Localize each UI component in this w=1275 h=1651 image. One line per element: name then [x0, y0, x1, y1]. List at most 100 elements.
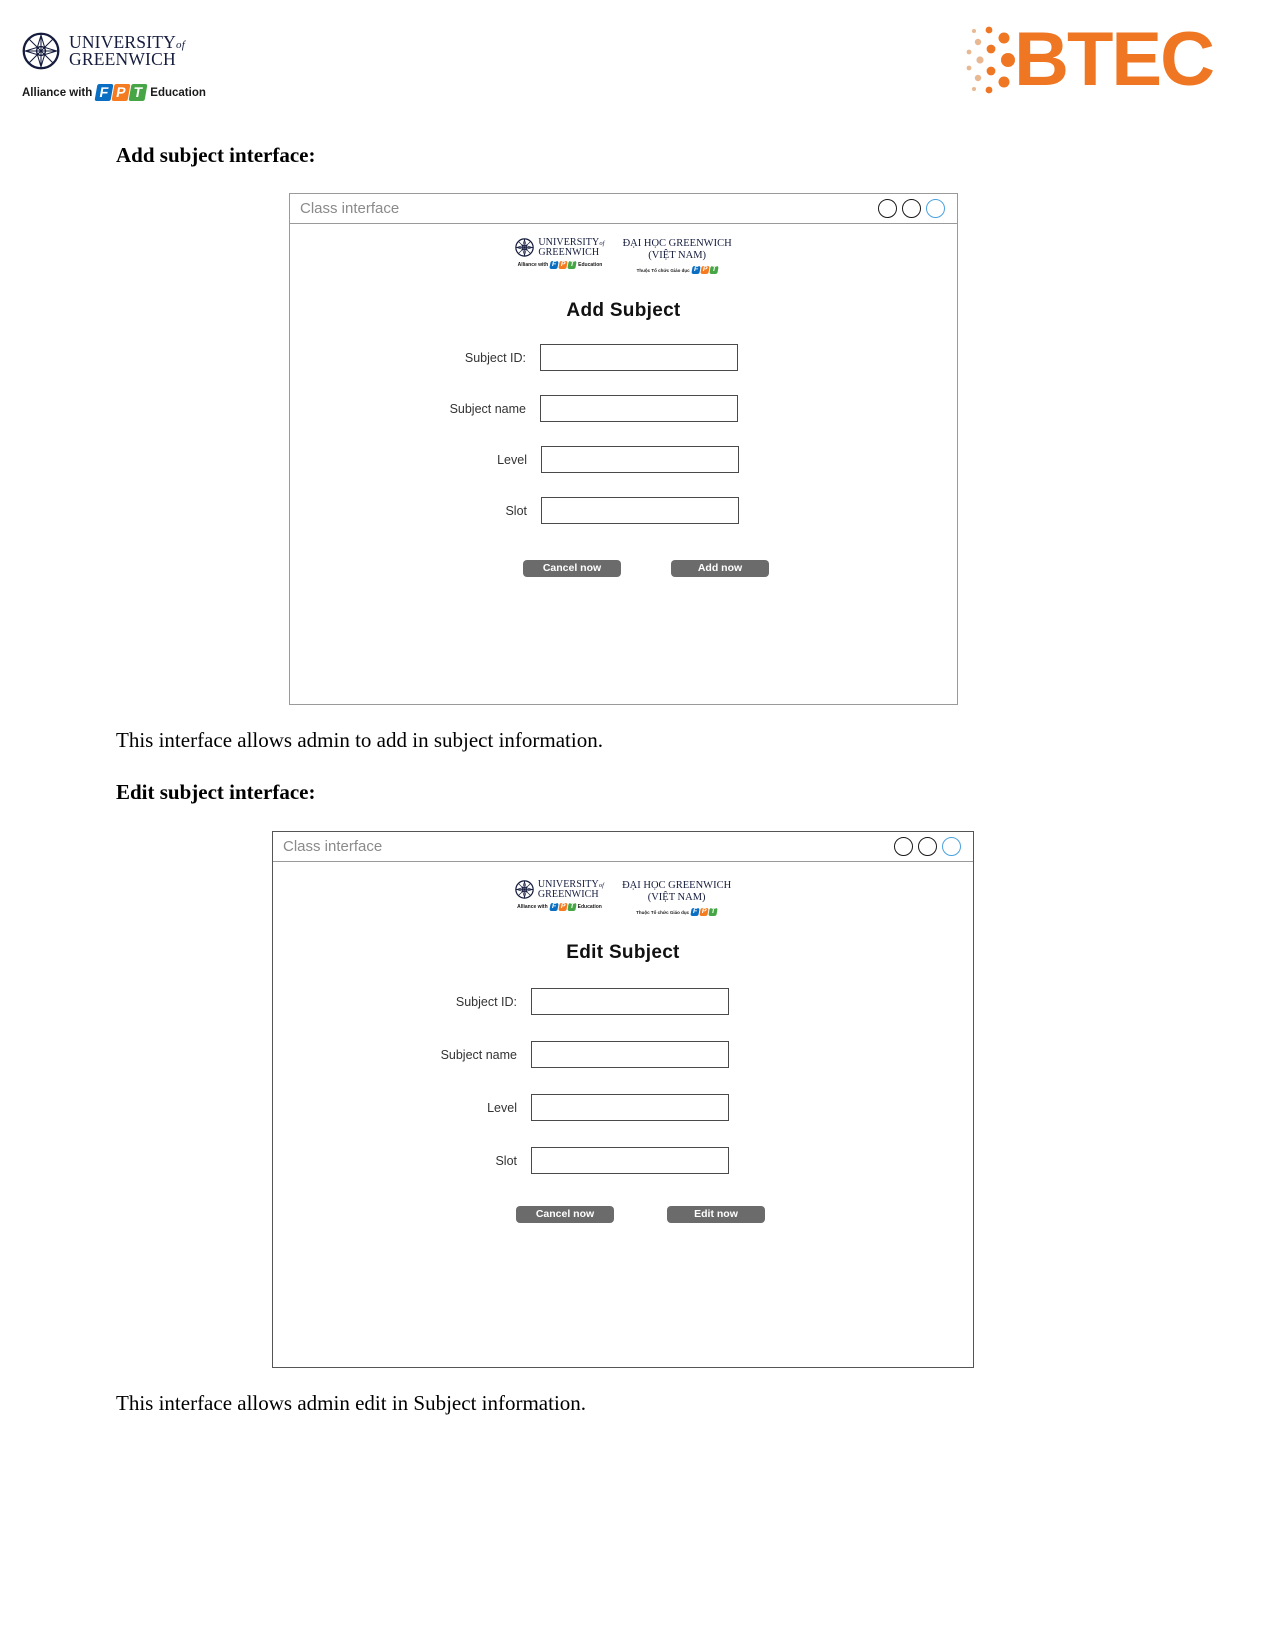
add-now-button[interactable]: Add now — [671, 560, 769, 577]
form-row: Subject name — [290, 395, 957, 422]
fpt-logo: FPT — [690, 908, 718, 916]
mockup-vn-sub-prefix: Thuộc Tổ chức Giáo dục — [636, 267, 690, 273]
page-header: UNIVERSITYof GREENWICH Alliance with FPT… — [0, 0, 1275, 130]
level-label: Level — [497, 452, 527, 467]
edit-now-button[interactable]: Edit now — [667, 1206, 765, 1223]
fpt-t: T — [566, 903, 577, 911]
subject-name-label: Subject name — [449, 401, 526, 416]
fpt-t: T — [567, 261, 577, 269]
slot-input[interactable] — [541, 497, 739, 524]
fpt-logo: FPT — [690, 266, 719, 274]
mockup-logo-row: UNIVERSITYof GREENWICH Alliance with FPT… — [290, 224, 957, 274]
btec-wordmark: BTEC — [1014, 17, 1215, 102]
mockup-alliance-prefix: Alliance with — [517, 262, 549, 268]
section-caption-add: This interface allows admin to add in su… — [116, 728, 603, 752]
form-row: Subject name — [273, 1041, 973, 1068]
mockup-vn-line2: (VIỆT NAM) — [648, 250, 707, 261]
section-heading-edit: Edit subject interface: — [116, 780, 316, 804]
subject-id-label: Subject ID: — [455, 994, 517, 1009]
mockup-vn-subline: Thuộc Tổ chức Giáo dục FPT — [623, 266, 732, 274]
fpt-t: T — [708, 908, 718, 916]
edit-subject-mockup-window: Class interface UNIVERSITYof GREENWICH A… — [272, 831, 974, 1368]
subject-id-input[interactable] — [540, 344, 738, 371]
add-subject-mockup-window: Class interface UNIVERSITYof GREENWICH A… — [289, 193, 958, 705]
cancel-now-button[interactable]: Cancel now — [516, 1206, 614, 1223]
window-title: Class interface — [283, 838, 383, 855]
alliance-prefix-text: Alliance with — [22, 86, 93, 99]
fpt-p: P — [699, 266, 710, 274]
form-row: Subject ID: — [273, 988, 973, 1015]
form-title: Edit Subject — [566, 942, 680, 963]
uog-of: of — [176, 39, 185, 52]
mockup-alliance-suffix: Education — [577, 904, 602, 910]
level-input[interactable] — [531, 1094, 729, 1121]
level-input[interactable] — [541, 446, 739, 473]
university-of-greenwich-logo: UNIVERSITYof GREENWICH Alliance with FPT… — [22, 32, 262, 101]
form-title: Add Subject — [566, 300, 681, 321]
mockup-uog-logo: UNIVERSITYof GREENWICH Alliance with FPT… — [515, 880, 604, 911]
btec-dots-icon — [964, 22, 1016, 98]
maximize-circle-icon[interactable] — [918, 837, 937, 856]
fpt-p: P — [557, 903, 568, 911]
fpt-t: T — [128, 84, 148, 101]
mockup-vn-subline: Thuộc Tổ chức Giáo dục FPT — [622, 908, 731, 916]
form-row: Level — [273, 1094, 973, 1121]
window-body: UNIVERSITYof GREENWICH Alliance with FPT… — [273, 862, 973, 1367]
section-caption-edit: This interface allows admin edit in Subj… — [116, 1391, 587, 1415]
form-row: Level — [290, 446, 957, 473]
mockup-alliance-prefix: Alliance with — [517, 904, 548, 910]
mockup-fpt-alliance: Alliance with FPT Education — [515, 261, 604, 269]
fpt-t: T — [708, 266, 719, 274]
minimize-circle-icon[interactable] — [894, 837, 913, 856]
subject-name-input[interactable] — [540, 395, 738, 422]
alliance-suffix-text: Education — [150, 86, 206, 99]
mockup-vn-sub-prefix: Thuộc Tổ chức Giáo dục — [636, 909, 690, 915]
fpt-f: F — [548, 903, 559, 911]
mockup-vn-line2: (VIỆT NAM) — [647, 892, 706, 903]
level-label: Level — [487, 1100, 517, 1115]
form-row: Slot — [273, 1147, 973, 1174]
mockup-vn-line1: ĐẠI HỌC GREENWICH — [622, 880, 732, 891]
form-actions: Cancel now Add now — [290, 560, 957, 577]
subject-id-label: Subject ID: — [464, 350, 526, 365]
minimize-circle-icon[interactable] — [878, 199, 897, 218]
fpt-logo: FPT — [94, 84, 148, 101]
compass-rose-icon — [22, 32, 60, 70]
fpt-alliance-lockup: Alliance with FPT Education — [22, 84, 262, 101]
slot-label: Slot — [495, 1153, 517, 1168]
window-titlebar: Class interface — [273, 832, 973, 862]
compass-rose-icon — [515, 880, 534, 899]
window-title: Class interface — [300, 200, 400, 217]
mockup-uog-line2: GREENWICH — [537, 888, 599, 900]
btec-logo: BTEC — [964, 17, 1215, 102]
close-circle-icon[interactable] — [926, 199, 945, 218]
edit-subject-form: Subject ID: Subject name Level Slot — [273, 988, 973, 1174]
slot-input[interactable] — [531, 1147, 729, 1174]
window-body: UNIVERSITYof GREENWICH Alliance with FPT… — [290, 224, 957, 704]
add-subject-form: Subject ID: Subject name Level Slot — [290, 344, 957, 524]
mockup-vn-line1: ĐẠI HỌC GREENWICH — [622, 238, 732, 249]
mockup-vn-logo: ĐẠI HỌC GREENWICH (VIỆT NAM) Thuộc Tổ ch… — [622, 880, 731, 916]
window-controls — [894, 837, 961, 856]
cancel-now-button[interactable]: Cancel now — [523, 560, 621, 577]
mockup-uog-logo: UNIVERSITYof GREENWICH Alliance with FPT… — [515, 238, 604, 269]
maximize-circle-icon[interactable] — [902, 199, 921, 218]
fpt-f: F — [549, 261, 559, 269]
form-row: Slot — [290, 497, 957, 524]
subject-id-input[interactable] — [531, 988, 729, 1015]
fpt-p: P — [558, 261, 568, 269]
fpt-logo: FPT — [548, 903, 577, 911]
subject-name-label: Subject name — [440, 1047, 517, 1062]
mockup-alliance-suffix: Education — [578, 262, 603, 268]
close-circle-icon[interactable] — [942, 837, 961, 856]
uog-line2: GREENWICH — [69, 49, 176, 69]
fpt-p: P — [699, 908, 709, 916]
mockup-vn-logo: ĐẠI HỌC GREENWICH (VIỆT NAM) Thuộc Tổ ch… — [623, 238, 732, 274]
fpt-f: F — [690, 908, 700, 916]
subject-name-input[interactable] — [531, 1041, 729, 1068]
mockup-uog-line2: GREENWICH — [538, 246, 600, 258]
form-row: Subject ID: — [290, 344, 957, 371]
fpt-logo: FPT — [549, 261, 577, 269]
form-actions: Cancel now Edit now — [273, 1206, 973, 1223]
fpt-f: F — [690, 266, 701, 274]
